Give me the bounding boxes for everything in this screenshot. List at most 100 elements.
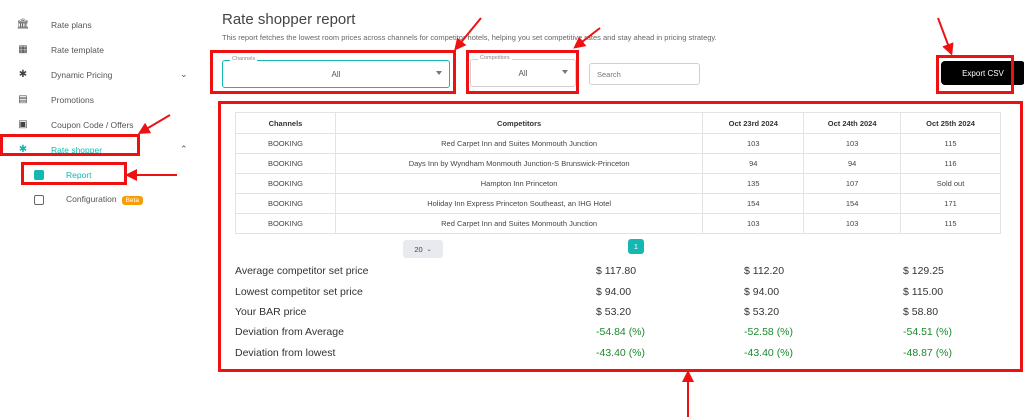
summary-value: -52.58 (%) bbox=[744, 326, 794, 338]
channels-select[interactable]: Channels All bbox=[222, 56, 450, 88]
summary-value: $ 117.80 bbox=[596, 265, 637, 277]
table-row: BOOKING Hampton Inn Princeton 135 107 So… bbox=[235, 173, 1001, 194]
column-header: Oct 24th 2024 bbox=[803, 112, 902, 134]
summary-row-deviation-average: Deviation from Average -54.84 (%) -52.58… bbox=[235, 326, 1015, 342]
table-cell: BOOKING bbox=[235, 173, 336, 194]
table-cell: Holiday Inn Express Princeton Southeast,… bbox=[334, 193, 704, 214]
summary-label: Deviation from Average bbox=[235, 326, 344, 338]
page-size-value: 20 bbox=[414, 244, 423, 254]
summary-row-average: Average competitor set price $ 117.80 $ … bbox=[235, 265, 1015, 281]
sidebar-item-rate-template[interactable]: ▦ Rate template bbox=[0, 37, 205, 62]
competitors-select[interactable]: Competitors All bbox=[470, 55, 576, 87]
coupon-icon: ▣ bbox=[18, 119, 28, 130]
table-cell: 154 bbox=[702, 193, 805, 214]
competitors-value: All bbox=[518, 69, 528, 78]
page-size-select[interactable]: 20 ⌄ bbox=[403, 240, 443, 258]
beta-badge: Beta bbox=[121, 195, 143, 205]
table-cell: Red Carpet Inn and Suites Monmouth Junct… bbox=[334, 213, 704, 234]
page-subtitle: This report fetches the lowest room pric… bbox=[222, 33, 717, 42]
sidebar-item-label: Rate template bbox=[51, 44, 104, 55]
table-cell: 103 bbox=[803, 213, 902, 234]
sidebar-item-label: Promotions bbox=[51, 94, 94, 105]
page-1-button[interactable]: 1 bbox=[628, 239, 644, 254]
summary-value: $ 53.20 bbox=[744, 306, 780, 318]
summary-value: $ 94.00 bbox=[596, 286, 632, 298]
bed-icon: ▤ bbox=[18, 94, 28, 105]
caret-down-icon bbox=[562, 70, 568, 74]
table-cell: 115 bbox=[900, 133, 1001, 154]
sidebar-subitem-configuration[interactable]: Configuration Beta bbox=[0, 187, 205, 212]
column-header: Channels bbox=[235, 112, 336, 134]
sidebar-item-dynamic-pricing[interactable]: ✱ Dynamic Pricing ⌄ bbox=[0, 62, 205, 87]
table-cell: BOOKING bbox=[235, 133, 336, 154]
column-header: Oct 25th 2024 bbox=[900, 112, 1001, 134]
sidebar-item-label: Rate shopper bbox=[51, 144, 103, 155]
table-row: BOOKING Red Carpet Inn and Suites Monmou… bbox=[235, 213, 1001, 234]
page-title: Rate shopper report bbox=[222, 11, 356, 28]
bank-icon: 🏛 bbox=[16, 19, 30, 30]
summary-row-bar-price: Your BAR price $ 53.20 $ 53.20 $ 58.80 bbox=[235, 306, 1015, 322]
sidebar-item-label: Coupon Code / Offers bbox=[51, 119, 134, 130]
sidebar: 🏛 Rate plans ▦ Rate template ✱ Dynamic P… bbox=[0, 0, 205, 417]
summary-value: -43.40 (%) bbox=[744, 347, 794, 359]
table-cell: Sold out bbox=[900, 173, 1001, 194]
summary-value: -54.84 (%) bbox=[596, 326, 646, 338]
table-header-row: Channels Competitors Oct 23rd 2024 Oct 2… bbox=[235, 112, 1001, 134]
table-cell: 116 bbox=[900, 153, 1001, 174]
sidebar-item-coupon-code[interactable]: ▣ Coupon Code / Offers bbox=[0, 112, 205, 137]
summary-value: $ 58.80 bbox=[903, 306, 939, 318]
table-cell: 171 bbox=[900, 193, 1001, 214]
table-row: BOOKING Days Inn by Wyndham Monmouth Jun… bbox=[235, 153, 1001, 174]
table-cell: Hampton Inn Princeton bbox=[334, 173, 704, 194]
summary-value: $ 115.00 bbox=[903, 286, 944, 298]
table-cell: 107 bbox=[803, 173, 902, 194]
table-cell: 103 bbox=[803, 133, 902, 154]
sidebar-item-promotions[interactable]: ▤ Promotions bbox=[0, 87, 205, 112]
summary-row-deviation-lowest: Deviation from lowest -43.40 (%) -43.40 … bbox=[235, 347, 1015, 363]
table-cell: 94 bbox=[803, 153, 902, 174]
table-cell: Red Carpet Inn and Suites Monmouth Junct… bbox=[334, 133, 704, 154]
summary-value: $ 112.20 bbox=[744, 265, 785, 277]
sidebar-item-rate-shopper[interactable]: ✱ Rate shopper ⌃ bbox=[0, 137, 205, 162]
summary-label: Your BAR price bbox=[235, 306, 307, 318]
chevron-up-icon: ⌃ bbox=[180, 144, 188, 154]
summary-value: -43.40 (%) bbox=[596, 347, 646, 359]
table-row: BOOKING Red Carpet Inn and Suites Monmou… bbox=[235, 133, 1001, 154]
column-header: Competitors bbox=[334, 112, 704, 134]
table-cell: 94 bbox=[702, 153, 805, 174]
table-cell: 115 bbox=[900, 213, 1001, 234]
summary-value: $ 129.25 bbox=[903, 265, 944, 277]
summary-value: -54.51 (%) bbox=[903, 326, 953, 338]
channels-label: Channels bbox=[230, 56, 258, 62]
sidebar-item-label: Rate plans bbox=[51, 19, 92, 30]
table-cell: 154 bbox=[803, 193, 902, 214]
rate-table: Channels Competitors Oct 23rd 2024 Oct 2… bbox=[235, 112, 1001, 234]
chart-icon bbox=[33, 194, 45, 206]
chevron-down-icon: ⌄ bbox=[426, 246, 432, 253]
sidebar-item-rate-plans[interactable]: 🏛 Rate plans bbox=[0, 12, 205, 37]
table-cell: BOOKING bbox=[235, 213, 336, 234]
search-input[interactable] bbox=[589, 63, 700, 85]
summary-row-lowest: Lowest competitor set price $ 94.00 $ 94… bbox=[235, 286, 1015, 302]
table-cell: Days Inn by Wyndham Monmouth Junction-S … bbox=[334, 153, 704, 174]
chevron-down-icon: ⌄ bbox=[180, 69, 188, 79]
table-row: BOOKING Holiday Inn Express Princeton So… bbox=[235, 193, 1001, 214]
summary-label: Lowest competitor set price bbox=[235, 286, 363, 298]
person-icon: ✱ bbox=[18, 69, 28, 80]
summary-value: $ 94.00 bbox=[744, 286, 780, 298]
table-cell: 135 bbox=[702, 173, 805, 194]
sidebar-subitem-label: Configuration Beta bbox=[66, 194, 143, 205]
report-icon bbox=[33, 169, 45, 181]
table-cell: BOOKING bbox=[235, 153, 336, 174]
summary-value: $ 53.20 bbox=[596, 306, 632, 318]
table-cell: BOOKING bbox=[235, 193, 336, 214]
summary-label: Deviation from lowest bbox=[235, 347, 336, 359]
sidebar-subitem-report[interactable]: Report bbox=[0, 162, 205, 187]
export-csv-button[interactable]: Export CSV bbox=[941, 61, 1024, 85]
table-cell: 103 bbox=[702, 133, 805, 154]
caret-down-icon bbox=[436, 71, 442, 75]
column-header: Oct 23rd 2024 bbox=[702, 112, 805, 134]
grid-icon: ▦ bbox=[18, 44, 28, 55]
sidebar-item-label: Dynamic Pricing bbox=[51, 69, 113, 80]
summary-label: Average competitor set price bbox=[235, 265, 369, 277]
